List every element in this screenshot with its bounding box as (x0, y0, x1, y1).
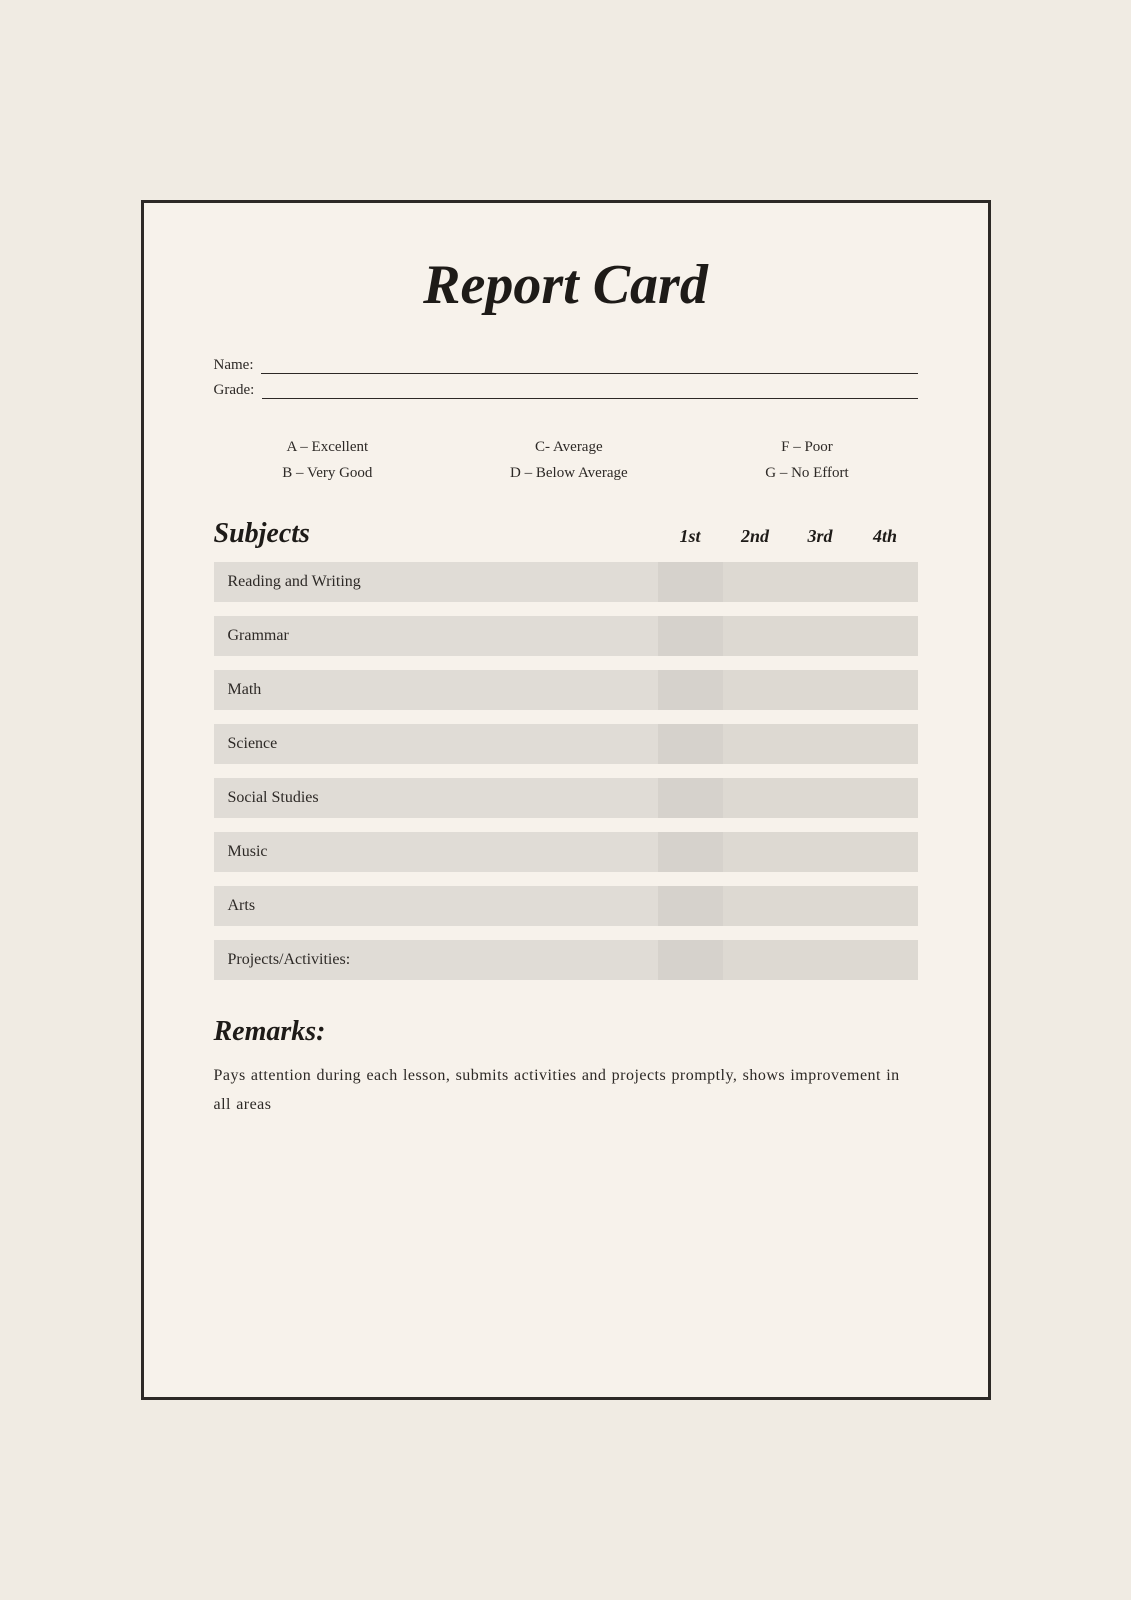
legend-a: A – Excellent (282, 435, 372, 461)
subject-name: Music (214, 832, 658, 872)
grade-box (723, 886, 788, 926)
name-field-row: Name: (214, 357, 918, 374)
legend-col-2: C- Average D – Below Average (510, 435, 628, 486)
subject-row: Grammar (214, 616, 918, 656)
legend-b: B – Very Good (282, 461, 372, 487)
col-header-3rd: 3rd (788, 526, 853, 547)
grade-label: Grade: (214, 382, 255, 399)
grade-box (788, 940, 853, 980)
grade-box (788, 724, 853, 764)
grade-line (262, 395, 917, 399)
grade-box (788, 832, 853, 872)
grade-box (658, 940, 723, 980)
grade-boxes (658, 886, 918, 926)
subjects-list: Reading and Writing Grammar Math Science Soc… (214, 562, 918, 980)
subject-name: Arts (214, 886, 658, 926)
grade-boxes (658, 778, 918, 818)
grade-box (723, 832, 788, 872)
subjects-heading: Subjects (214, 518, 658, 550)
name-line (261, 370, 917, 374)
grade-boxes (658, 670, 918, 710)
grade-box (788, 778, 853, 818)
col-header-1st: 1st (658, 526, 723, 547)
grade-box (853, 940, 918, 980)
grade-legend: A – Excellent B – Very Good C- Average D… (214, 435, 918, 486)
grade-box (658, 616, 723, 656)
grade-boxes (658, 562, 918, 602)
grade-box (853, 832, 918, 872)
grade-box (788, 886, 853, 926)
grade-boxes (658, 724, 918, 764)
grade-box (723, 562, 788, 602)
legend-f: F – Poor (765, 435, 848, 461)
col-header-2nd: 2nd (723, 526, 788, 547)
col-header-4th: 4th (853, 526, 918, 547)
page-title: Report Card (214, 253, 918, 317)
grade-box (658, 724, 723, 764)
subject-row: Social Studies (214, 778, 918, 818)
grade-boxes (658, 616, 918, 656)
grade-box (658, 886, 723, 926)
grade-boxes (658, 832, 918, 872)
grade-boxes (658, 940, 918, 980)
subjects-header: Subjects 1st 2nd 3rd 4th (214, 518, 918, 550)
grade-box (723, 670, 788, 710)
subject-row: Arts (214, 886, 918, 926)
subject-row: Reading and Writing (214, 562, 918, 602)
subject-name: Social Studies (214, 778, 658, 818)
grade-box (658, 832, 723, 872)
grade-box (658, 670, 723, 710)
grade-box (853, 562, 918, 602)
report-card-page: Report Card Name: Grade: A – Excellent B… (141, 200, 991, 1400)
grade-box (788, 562, 853, 602)
legend-col-1: A – Excellent B – Very Good (282, 435, 372, 486)
subject-row: Projects/Activities: (214, 940, 918, 980)
grade-box (853, 670, 918, 710)
remarks-heading: Remarks: (214, 1016, 918, 1048)
subject-row: Math (214, 670, 918, 710)
remarks-section: Remarks: Pays attention during each less… (214, 1016, 918, 1120)
grade-box (853, 616, 918, 656)
grade-box (853, 724, 918, 764)
remarks-text: Pays attention during each lesson, submi… (214, 1062, 918, 1120)
subject-row: Music (214, 832, 918, 872)
legend-d: D – Below Average (510, 461, 628, 487)
subject-name: Reading and Writing (214, 562, 658, 602)
grade-column-headers: 1st 2nd 3rd 4th (658, 526, 918, 547)
subject-name: Math (214, 670, 658, 710)
grade-box (788, 616, 853, 656)
grade-box (723, 616, 788, 656)
grade-box (788, 670, 853, 710)
grade-field-row: Grade: (214, 382, 918, 399)
grade-box (723, 940, 788, 980)
grade-box (723, 778, 788, 818)
legend-col-3: F – Poor G – No Effort (765, 435, 848, 486)
subject-row: Science (214, 724, 918, 764)
subject-name: Science (214, 724, 658, 764)
grade-box (853, 886, 918, 926)
grade-box (723, 724, 788, 764)
grade-box (658, 562, 723, 602)
subject-name: Grammar (214, 616, 658, 656)
grade-box (853, 778, 918, 818)
name-label: Name: (214, 357, 254, 374)
grade-box (658, 778, 723, 818)
subject-name: Projects/Activities: (214, 940, 658, 980)
legend-g: G – No Effort (765, 461, 848, 487)
legend-c: C- Average (510, 435, 628, 461)
